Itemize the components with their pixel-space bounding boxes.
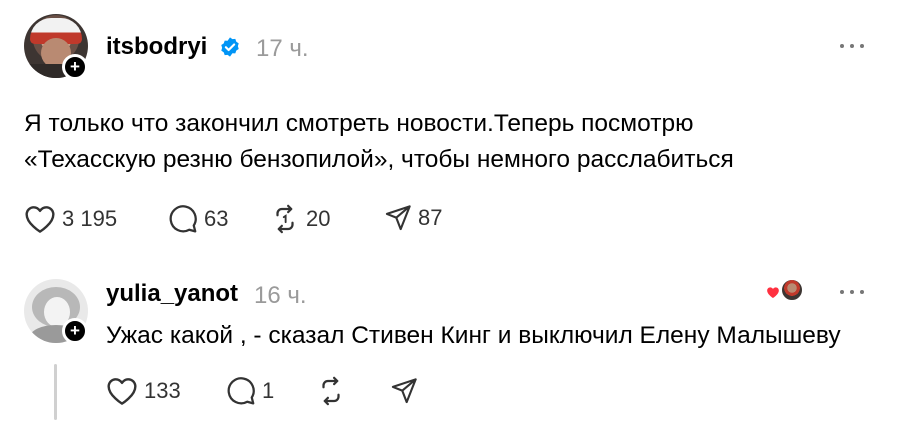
- reply-comment-button[interactable]: 1: [226, 376, 274, 406]
- reply-time: 16 ч.: [254, 282, 307, 309]
- reply-like-button[interactable]: 133: [106, 376, 181, 406]
- author-mini-avatar: [780, 278, 804, 302]
- post-comment-count: 63: [204, 206, 229, 231]
- liked-heart-icon: [767, 287, 779, 299]
- send-icon: [385, 205, 411, 231]
- reply-text: Ужас какой , - сказал Стивен Кинг и выкл…: [106, 322, 841, 349]
- repost-icon: [276, 204, 294, 234]
- send-icon: [391, 378, 417, 404]
- post-share-count: 87: [418, 205, 443, 230]
- reply-more-dots-icon[interactable]: [838, 288, 866, 296]
- reply-like-count: 133: [144, 378, 181, 403]
- comment-bubble-icon: [169, 205, 197, 233]
- post-comment-button[interactable]: 63: [168, 204, 228, 234]
- reply-username[interactable]: yulia_yanot: [106, 280, 238, 308]
- post-username[interactable]: itsbodryi: [106, 33, 207, 61]
- reply-comment-count: 1: [262, 378, 275, 403]
- post-time: 17 ч.: [256, 35, 309, 62]
- post-like-count: 3 195: [62, 206, 118, 231]
- heart-icon: [107, 378, 137, 405]
- post-text: Я только что закончил смотреть новости.Т…: [24, 106, 884, 178]
- post-more-dots-icon[interactable]: [838, 42, 866, 50]
- comment-bubble-icon: [227, 377, 255, 405]
- reply-repost-button[interactable]: [316, 376, 346, 406]
- verified-badge-icon: [221, 37, 239, 57]
- heart-icon: [25, 206, 55, 233]
- thread-line: [54, 364, 57, 420]
- reply-follow-plus-icon[interactable]: +: [62, 318, 88, 344]
- post-text-line: «Техасскую резню бензопилой», чтобы немн…: [24, 146, 734, 173]
- post-repost-button[interactable]: 20: [270, 204, 330, 234]
- follow-plus-icon[interactable]: +: [62, 54, 88, 80]
- post-like-button[interactable]: 3 195: [24, 204, 117, 234]
- repost-icon: [322, 376, 340, 406]
- post-text-line: Я только что закончил смотреть новости.Т…: [24, 110, 694, 137]
- reply-share-button[interactable]: [390, 377, 418, 405]
- author-liked-indicator: [766, 278, 806, 304]
- post-repost-count: 20: [306, 206, 331, 231]
- post-share-button[interactable]: 87: [384, 204, 442, 232]
